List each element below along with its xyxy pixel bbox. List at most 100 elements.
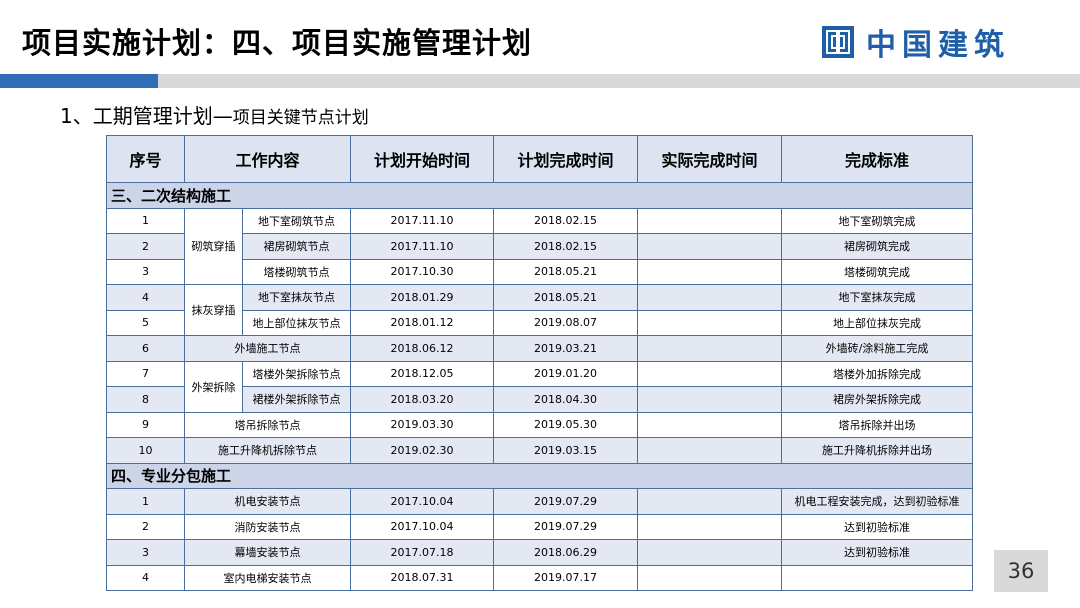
cell-item: 塔楼砌筑节点 [241, 258, 352, 285]
cell-actual [637, 513, 783, 540]
cell-no: 3 [106, 258, 185, 285]
milestone-table: 序号 工作内容 计划开始时间 计划完成时间 实际完成时间 完成标准 三、二次结构… [105, 135, 974, 591]
cell-item: 地下室抹灰节点 [241, 284, 352, 311]
cell-standard: 外墙砖/涂料施工完成 [781, 335, 974, 362]
cell-finish: 2019.03.15 [493, 437, 639, 464]
cell-standard: 塔吊拆除并出场 [781, 411, 974, 438]
table-row: 2 消防安装节点 2017.10.04 2019.07.29 达到初验标准 [106, 513, 974, 540]
cell-item: 外墙施工节点 [183, 335, 352, 362]
cell-no: 7 [106, 360, 185, 387]
cell-item: 消防安装节点 [183, 513, 352, 540]
cell-item: 塔楼外架拆除节点 [241, 360, 352, 387]
cell-standard: 裙房外架拆除完成 [781, 386, 974, 413]
cell-actual [637, 437, 783, 464]
section-title: 四、专业分包施工 [105, 462, 974, 489]
cell-item: 裙楼外架拆除节点 [241, 386, 352, 413]
cell-start: 2018.07.31 [350, 564, 495, 591]
table-row: 1 砌筑穿插 地下室砌筑节点 2017.11.10 2018.02.15 地下室… [106, 207, 974, 285]
cell-standard: 裙房砌筑完成 [781, 233, 974, 260]
cell-finish: 2019.07.29 [493, 513, 639, 540]
cell-item: 施工升降机拆除节点 [183, 437, 352, 464]
cell-no: 9 [106, 411, 185, 438]
logo-text: 中国建筑 [866, 28, 1010, 63]
cell-actual [637, 488, 783, 515]
cell-start: 2018.03.20 [350, 386, 495, 413]
cell-standard: 达到初验标准 [781, 513, 974, 540]
cell-finish: 2019.01.20 [493, 360, 639, 387]
cell-item: 塔吊拆除节点 [183, 411, 352, 438]
cell-actual [637, 284, 783, 311]
col-header-plan-finish: 计划完成时间 [493, 135, 639, 183]
cell-no: 6 [106, 335, 185, 362]
cell-actual [637, 207, 783, 234]
cell-no: 10 [106, 437, 185, 464]
table-row: 1 机电安装节点 2017.10.04 2019.07.29 机电工程安装完成，… [106, 488, 974, 515]
cell-start: 2019.02.30 [350, 437, 495, 464]
cell-actual [637, 539, 783, 566]
cell-finish: 2018.02.15 [493, 207, 639, 234]
cell-no: 3 [106, 539, 185, 566]
accent-bar [0, 74, 158, 88]
group-label: 抹灰穿插 [184, 284, 243, 336]
company-logo: 中国建筑 [822, 22, 1010, 63]
subtitle-main: 1、工期管理计划— [60, 104, 233, 128]
cell-item: 幕墙安装节点 [183, 539, 352, 566]
cell-finish: 2019.05.30 [493, 411, 639, 438]
cell-start: 2018.01.29 [350, 284, 495, 311]
cell-item: 地上部位抹灰节点 [241, 309, 352, 336]
cell-actual [637, 360, 783, 387]
section-title: 三、二次结构施工 [105, 182, 974, 209]
cell-start: 2017.10.04 [350, 513, 495, 540]
cell-no: 4 [106, 564, 185, 591]
cell-finish: 2019.07.17 [493, 564, 639, 591]
cell-start: 2018.06.12 [350, 335, 495, 362]
cell-no: 8 [106, 386, 185, 413]
col-header-no: 序号 [106, 135, 185, 183]
cell-actual [637, 335, 783, 362]
cell-start: 2017.11.10 [350, 233, 495, 260]
cell-finish: 2019.08.07 [493, 309, 639, 336]
subtitle-detail: 项目关键节点计划 [232, 108, 369, 128]
cell-actual [637, 258, 783, 285]
table-row: 7 外架拆除 塔楼外架拆除节点 2018.12.05 2019.01.20 塔楼… [106, 360, 974, 413]
cell-standard: 塔楼外加拆除完成 [781, 360, 974, 387]
cell-standard: 施工升降机拆除并出场 [781, 437, 974, 464]
cell-start: 2017.07.18 [350, 539, 495, 566]
cell-no: 1 [106, 488, 185, 515]
cell-item: 室内电梯安装节点 [183, 564, 352, 591]
col-header-plan-start: 计划开始时间 [350, 135, 495, 183]
cell-start: 2017.10.04 [350, 488, 495, 515]
cell-finish: 2019.07.29 [493, 488, 639, 515]
cell-no: 1 [106, 207, 185, 234]
page-title: 项目实施计划：四、项目实施管理计划 [22, 26, 533, 60]
cell-item: 裙房砌筑节点 [241, 233, 352, 260]
cell-finish: 2018.02.15 [493, 233, 639, 260]
table-row: 4 室内电梯安装节点 2018.07.31 2019.07.17 [106, 564, 974, 591]
table-row: 4 抹灰穿插 地下室抹灰节点 2018.01.29 2018.05.21 地下室… [106, 284, 974, 336]
group-label: 外架拆除 [184, 360, 243, 413]
section-row: 四、专业分包施工 [105, 462, 974, 489]
table-row: 9 塔吊拆除节点 2019.03.30 2019.05.30 塔吊拆除并出场 [106, 411, 974, 438]
cell-item: 机电安装节点 [183, 488, 352, 515]
cell-no: 2 [106, 513, 185, 540]
table-row: 3 幕墙安装节点 2017.07.18 2018.06.29 达到初验标准 [106, 539, 974, 566]
col-header-actual-finish: 实际完成时间 [637, 135, 783, 183]
csc-logo-icon [822, 26, 854, 58]
section-subtitle: 1、工期管理计划—项目关键节点计划 [60, 100, 369, 129]
section-row: 三、二次结构施工 [105, 182, 974, 209]
cell-start: 2018.12.05 [350, 360, 495, 387]
cell-actual [637, 309, 783, 336]
cell-standard [781, 564, 974, 591]
cell-standard: 地下室砌筑完成 [781, 207, 974, 234]
cell-standard: 达到初验标准 [781, 539, 974, 566]
cell-no: 2 [106, 233, 185, 260]
cell-no: 4 [106, 284, 185, 311]
table-row: 10 施工升降机拆除节点 2019.02.30 2019.03.15 施工升降机… [106, 437, 974, 464]
cell-start: 2019.03.30 [350, 411, 495, 438]
table-row: 6 外墙施工节点 2018.06.12 2019.03.21 外墙砖/涂料施工完… [106, 335, 974, 362]
cell-finish: 2019.03.21 [493, 335, 639, 362]
cell-item: 地下室砌筑节点 [241, 207, 352, 234]
page-number: 36 [994, 550, 1048, 592]
cell-start: 2017.10.30 [350, 258, 495, 285]
table-header-row: 序号 工作内容 计划开始时间 计划完成时间 实际完成时间 完成标准 [106, 135, 974, 183]
